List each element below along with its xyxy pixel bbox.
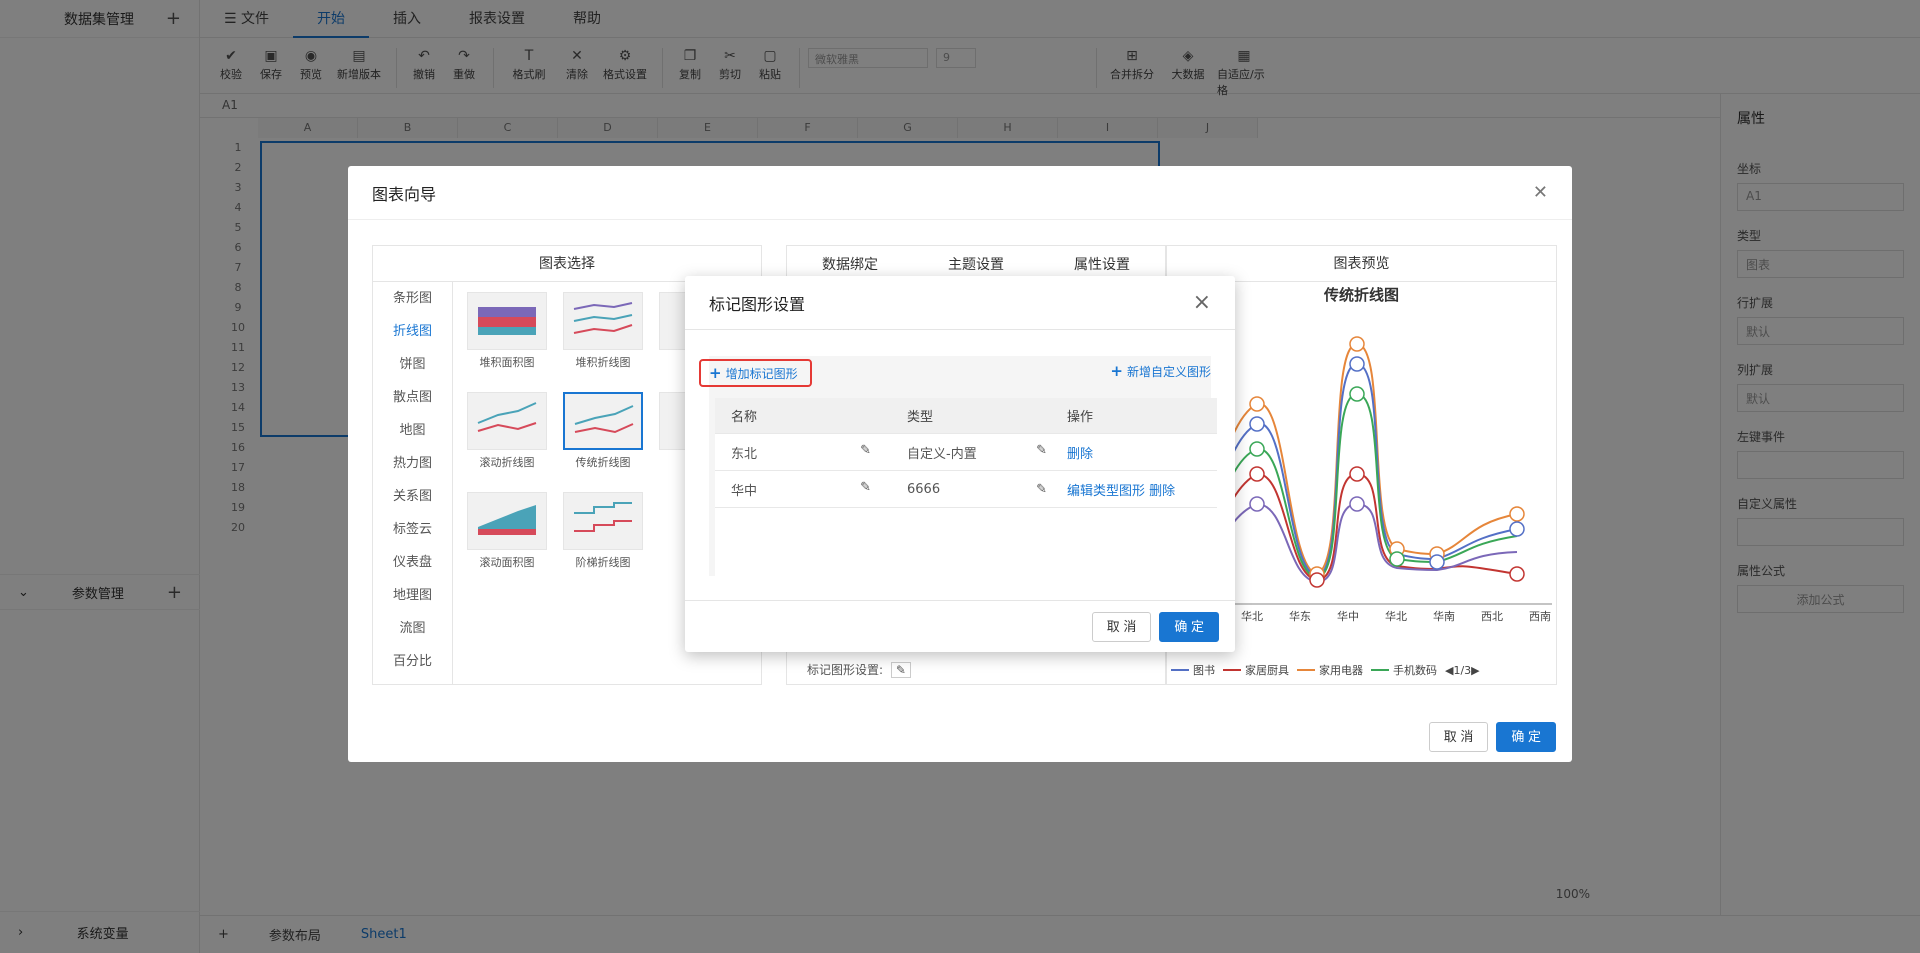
- x-tick-label: 西北: [1481, 610, 1503, 623]
- category-item[interactable]: 地图: [373, 414, 452, 447]
- category-item[interactable]: 仪表盘: [373, 546, 452, 579]
- row-name: 华中: [731, 483, 758, 499]
- legend-item[interactable]: 手机数码: [1371, 662, 1437, 678]
- thumbnail-image: [467, 392, 547, 450]
- thumbnail-image: [563, 492, 643, 550]
- row-type: 6666: [907, 481, 941, 497]
- category-item[interactable]: 地理图: [373, 579, 452, 612]
- modal-header: 标记图形设置 ×: [685, 276, 1235, 330]
- edit-type-icon[interactable]: ✎: [1036, 443, 1047, 462]
- modal-title: 标记图形设置: [709, 294, 806, 314]
- wizard-footer: 取 消 确 定: [1421, 722, 1556, 752]
- chart-legend: 图书 家居厨具 家用电器 手机数码 ◀ 1/3 ▶: [1171, 662, 1488, 678]
- close-icon[interactable]: ×: [1193, 291, 1211, 314]
- legend-pager[interactable]: ◀ 1/3 ▶: [1445, 662, 1480, 678]
- table-row: 东北 ✎ 自定义-内置 ✎ 删除: [715, 434, 1217, 471]
- thumb-scroll-line[interactable]: 滚动折线图: [467, 392, 547, 470]
- category-item[interactable]: 热力图: [373, 447, 452, 480]
- x-tick-label: 华北: [1241, 610, 1263, 623]
- table-row: 华中 ✎ 6666 ✎ 编辑类型图形 删除: [715, 471, 1217, 508]
- table-header-row: 名称 类型 操作: [715, 398, 1217, 434]
- add-marker-button[interactable]: + 增加标记图形: [699, 359, 812, 387]
- thumbnail-image: [467, 292, 547, 350]
- thumb-stacked-line[interactable]: 堆积折线图: [563, 292, 643, 370]
- plus-icon: +: [1110, 362, 1123, 380]
- marker-settings-modal: 标记图形设置 × + 增加标记图形 + 新增自定义图形 名称 类型 操作 东北 ✎ 自…: [685, 276, 1235, 652]
- close-icon[interactable]: ✕: [1533, 182, 1548, 203]
- wizard-cancel-button[interactable]: 取 消: [1428, 722, 1489, 752]
- thumb-scroll-area[interactable]: 滚动面积图: [467, 492, 547, 570]
- edit-type-icon[interactable]: ✎: [1036, 482, 1047, 497]
- category-item[interactable]: 百分比: [373, 645, 452, 678]
- edit-type-shape-link[interactable]: 编辑类型图形: [1067, 484, 1145, 499]
- marker-settings-label: 标记图形设置:: [807, 663, 884, 677]
- row-type: 自定义-内置: [907, 446, 977, 462]
- category-item[interactable]: 散点图: [373, 381, 452, 414]
- col-type-header: 类型: [907, 410, 934, 425]
- category-item[interactable]: 流图: [373, 612, 452, 645]
- category-item[interactable]: 标签云: [373, 513, 452, 546]
- edit-name-icon[interactable]: ✎: [860, 480, 871, 499]
- legend-item[interactable]: 家用电器: [1297, 662, 1363, 678]
- thumbnail-image: [563, 292, 643, 350]
- x-tick-label: 华东: [1289, 610, 1311, 623]
- thumb-traditional-line[interactable]: 传统折线图: [563, 392, 643, 470]
- category-item[interactable]: 饼图: [373, 348, 452, 381]
- thumbnail-image: [563, 392, 643, 450]
- modal-body: + 增加标记图形 + 新增自定义图形 名称 类型 操作 东北 ✎ 自定义-内置 ✎ 删除…: [699, 356, 1217, 576]
- legend-item[interactable]: 图书: [1171, 662, 1215, 678]
- edit-icon[interactable]: ✎: [890, 662, 911, 678]
- x-tick-label: 西南: [1529, 610, 1551, 623]
- modal-footer: 取 消 确 定: [685, 600, 1235, 652]
- x-tick-label: 华中: [1337, 610, 1359, 623]
- tab-theme-settings[interactable]: 主题设置: [948, 254, 1004, 274]
- x-axis-labels: 华北 华东 华中 华北 华南 西北 西南: [1241, 608, 1551, 624]
- delete-link[interactable]: 删除: [1067, 447, 1093, 462]
- thumbnail-image: [467, 492, 547, 550]
- modal-actions: + 增加标记图形 + 新增自定义图形: [699, 356, 1211, 387]
- category-item[interactable]: 条形图: [373, 282, 452, 315]
- row-name: 东北: [731, 446, 758, 462]
- category-item-active[interactable]: 折线图: [373, 315, 452, 348]
- tab-property-settings[interactable]: 属性设置: [1074, 254, 1130, 274]
- category-item[interactable]: 关系图: [373, 480, 452, 513]
- plus-icon: +: [709, 364, 722, 382]
- x-tick-label: 华北: [1385, 610, 1407, 623]
- add-custom-shape-button[interactable]: + 新增自定义图形: [1110, 362, 1211, 380]
- chart-category-list: 条形图 折线图 饼图 散点图 地图 热力图 关系图 标签云 仪表盘 地理图 流图…: [373, 282, 453, 684]
- tab-data-binding[interactable]: 数据绑定: [822, 254, 878, 274]
- table-empty-area: [715, 508, 1217, 576]
- thumb-stacked-area[interactable]: 堆积面积图: [467, 292, 547, 370]
- col-ops-header: 操作: [1067, 410, 1094, 425]
- modal-confirm-button[interactable]: 确 定: [1159, 611, 1219, 642]
- wizard-confirm-button[interactable]: 确 定: [1496, 722, 1556, 752]
- edit-name-icon[interactable]: ✎: [860, 443, 871, 462]
- thumb-step-line[interactable]: 阶梯折线图: [563, 492, 643, 570]
- legend-item[interactable]: 家居厨具: [1223, 662, 1289, 678]
- modal-cancel-button[interactable]: 取 消: [1091, 611, 1152, 642]
- wizard-title: 图表向导: [372, 184, 437, 204]
- marker-settings-row: 标记图形设置: ✎: [807, 661, 911, 678]
- wizard-header: 图表向导 ✕: [348, 166, 1572, 220]
- marker-table: 名称 类型 操作 东北 ✎ 自定义-内置 ✎ 删除 华中 ✎ 6666 ✎ 编辑类型图形…: [715, 398, 1217, 508]
- col-name-header: 名称: [731, 410, 758, 425]
- x-tick-label: 华南: [1433, 610, 1455, 623]
- delete-link[interactable]: 删除: [1149, 484, 1175, 499]
